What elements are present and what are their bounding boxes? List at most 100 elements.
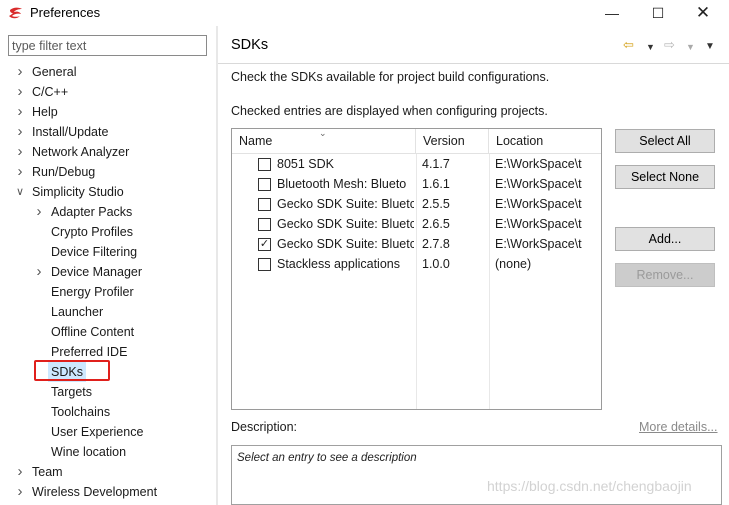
description-box: Select an entry to see a description bbox=[231, 445, 722, 505]
view-menu-icon[interactable]: ▼ bbox=[705, 39, 715, 55]
tree-item-label: Crypto Profiles bbox=[51, 225, 133, 239]
tree-item-label: C/C++ bbox=[32, 85, 69, 99]
tree-item-label: Device Manager bbox=[51, 265, 143, 279]
sdk-location-cell: E:\WorkSpace\t bbox=[495, 217, 582, 231]
column-header-name[interactable]: Name ⌄ bbox=[232, 129, 416, 154]
forward-dropdown-icon[interactable]: ▼ bbox=[686, 39, 695, 55]
sdk-location-cell: E:\WorkSpace\t bbox=[495, 157, 582, 171]
page-description: Check the SDKs available for project bui… bbox=[231, 70, 550, 84]
sdk-name-cell: Bluetooth Mesh: Blueto bbox=[277, 177, 407, 191]
tree-item[interactable]: Energy Profiler bbox=[0, 282, 216, 302]
chevron-right-icon[interactable]: › bbox=[14, 82, 26, 102]
tree-item-label: Offline Content bbox=[51, 325, 135, 339]
tree-item[interactable]: Offline Content bbox=[0, 322, 216, 342]
tree-item-label: Energy Profiler bbox=[51, 285, 134, 299]
chevron-down-icon[interactable]: ∨ bbox=[14, 182, 26, 202]
chevron-right-icon[interactable]: › bbox=[33, 202, 45, 222]
tree-item-label: Team bbox=[32, 465, 63, 479]
add-sdk-button[interactable]: Add... bbox=[615, 227, 715, 251]
tree-item[interactable]: › Adapter Packs bbox=[0, 202, 216, 222]
app-logo-icon bbox=[9, 7, 22, 19]
page-header: SDKs ⇦ ▼ ⇨ ▼ ▼ bbox=[218, 26, 729, 64]
maximize-button[interactable]: ☐ bbox=[643, 2, 673, 24]
tree-item[interactable]: › Wireless Development bbox=[0, 482, 216, 502]
chevron-right-icon[interactable]: › bbox=[14, 142, 26, 162]
chevron-right-icon[interactable]: › bbox=[14, 62, 26, 82]
table-row[interactable]: ✓ Gecko SDK Suite: Bluetc 2.7.8 E:\WorkSpac… bbox=[232, 234, 601, 254]
window-title: Preferences bbox=[30, 5, 101, 20]
page-hint: Checked entries are displayed when confi… bbox=[231, 104, 548, 118]
sdk-name-cell: Gecko SDK Suite: Bluetc bbox=[277, 197, 414, 211]
close-button[interactable]: ✕ bbox=[688, 2, 718, 24]
tree-item[interactable]: › Team bbox=[0, 462, 216, 482]
column-header-version[interactable]: Version bbox=[416, 129, 489, 154]
chevron-right-icon[interactable]: › bbox=[14, 482, 26, 502]
sdk-name-cell: 8051 SDK bbox=[277, 157, 334, 171]
sdk-location-cell: E:\WorkSpace\t bbox=[495, 237, 582, 251]
filter-input[interactable] bbox=[8, 35, 207, 56]
table-row[interactable]: 8051 SDK 4.1.7 E:\WorkSpace\t bbox=[232, 154, 601, 174]
sdk-name-cell: Stackless applications bbox=[277, 257, 400, 271]
tree-item-label: Install/Update bbox=[32, 125, 109, 139]
tree-item-label: Preferred IDE bbox=[51, 345, 128, 359]
description-placeholder: Select an entry to see a description bbox=[237, 452, 417, 464]
sdk-checkbox[interactable]: ✓ bbox=[258, 238, 271, 251]
highlight-outline bbox=[34, 360, 110, 381]
back-arrow-icon[interactable]: ⇦ bbox=[623, 37, 634, 53]
sdk-version-cell: 1.0.0 bbox=[422, 257, 450, 271]
tree-item[interactable]: › Run/Debug bbox=[0, 162, 216, 182]
tree-item-label: General bbox=[32, 65, 77, 79]
tree-item[interactable]: › C/C++ bbox=[0, 82, 216, 102]
tree-item-label: Run/Debug bbox=[32, 165, 96, 179]
tree-item[interactable]: User Experience bbox=[0, 422, 216, 442]
tree-item-label: Toolchains bbox=[51, 405, 111, 419]
tree-item[interactable]: Crypto Profiles bbox=[0, 222, 216, 242]
tree-item[interactable]: Device Filtering bbox=[0, 242, 216, 262]
chevron-right-icon[interactable]: › bbox=[33, 262, 45, 282]
sdk-version-cell: 4.1.7 bbox=[422, 157, 450, 171]
tree-item[interactable]: ∨ Simplicity Studio bbox=[0, 182, 216, 202]
sdk-name-cell: Gecko SDK Suite: Bluetc bbox=[277, 217, 414, 231]
chevron-right-icon[interactable]: › bbox=[14, 102, 26, 122]
chevron-right-icon[interactable]: › bbox=[14, 462, 26, 482]
more-details-link[interactable]: More details... bbox=[639, 420, 718, 434]
table-row[interactable]: Gecko SDK Suite: Bluetc 2.6.5 E:\WorkSpace… bbox=[232, 214, 601, 234]
watermark-text: https://blog.csdn.net/chengbaojin bbox=[487, 478, 692, 494]
back-dropdown-icon[interactable]: ▼ bbox=[646, 39, 655, 55]
tree-item[interactable]: › General bbox=[0, 62, 216, 82]
tree-item[interactable]: › Help bbox=[0, 102, 216, 122]
chevron-right-icon[interactable]: › bbox=[14, 122, 26, 142]
tree-item[interactable]: Wine location bbox=[0, 442, 216, 462]
sort-indicator-icon: ⌄ bbox=[319, 128, 327, 138]
table-row[interactable]: Gecko SDK Suite: Bluetc 2.5.5 E:\WorkSpace… bbox=[232, 194, 601, 214]
sdk-checkbox[interactable] bbox=[258, 158, 271, 171]
remove-sdk-button: Remove... bbox=[615, 263, 715, 287]
minimize-button[interactable]: — bbox=[597, 2, 627, 24]
tree-item[interactable]: › Device Manager bbox=[0, 262, 216, 282]
tree-item[interactable]: Targets bbox=[0, 382, 216, 402]
sdk-checkbox[interactable] bbox=[258, 218, 271, 231]
description-label: Description: bbox=[231, 420, 297, 434]
sdk-checkbox[interactable] bbox=[258, 198, 271, 211]
tree-item[interactable]: Preferred IDE bbox=[0, 342, 216, 362]
tree-item[interactable]: › Install/Update bbox=[0, 122, 216, 142]
tree-item[interactable]: Toolchains bbox=[0, 402, 216, 422]
tree-item-label: Help bbox=[32, 105, 58, 119]
tree-item-label: Simplicity Studio bbox=[32, 185, 124, 199]
tree-item-label: Targets bbox=[51, 385, 92, 399]
select-none-button[interactable]: Select None bbox=[615, 165, 715, 189]
table-row[interactable]: Bluetooth Mesh: Blueto 1.6.1 E:\WorkSpace\… bbox=[232, 174, 601, 194]
sdk-table: Name ⌄ Version Location 8051 SDK 4.1.7 E:\… bbox=[231, 128, 602, 410]
tree-item[interactable]: Launcher bbox=[0, 302, 216, 322]
chevron-right-icon[interactable]: › bbox=[14, 162, 26, 182]
sdk-name-cell: Gecko SDK Suite: Bluetc bbox=[277, 237, 414, 251]
tree-item[interactable]: › Network Analyzer bbox=[0, 142, 216, 162]
forward-arrow-icon[interactable]: ⇨ bbox=[664, 37, 675, 53]
sdk-checkbox[interactable] bbox=[258, 178, 271, 191]
column-header-location[interactable]: Location bbox=[489, 129, 601, 154]
tree-item-label: Launcher bbox=[51, 305, 104, 319]
select-all-button[interactable]: Select All bbox=[615, 129, 715, 153]
sdk-checkbox[interactable] bbox=[258, 258, 271, 271]
tree-item-label: Device Filtering bbox=[51, 245, 138, 259]
table-row[interactable]: Stackless applications 1.0.0 (none) bbox=[232, 254, 601, 274]
